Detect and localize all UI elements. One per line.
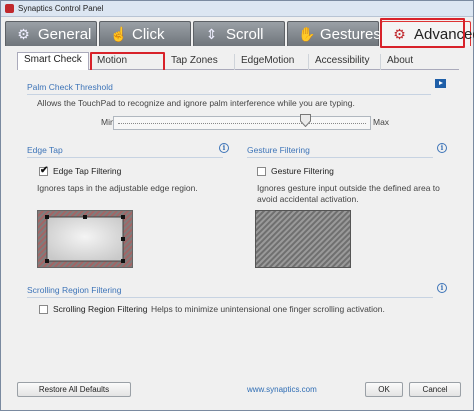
palm-check-divider bbox=[27, 94, 431, 95]
play-video-icon[interactable] bbox=[435, 79, 446, 88]
title-bar: Synaptics Control Panel bbox=[1, 1, 473, 17]
palm-check-description: Allows the TouchPad to recognize and ign… bbox=[37, 98, 355, 108]
edge-tap-title: Edge Tap bbox=[27, 145, 63, 155]
synaptics-website-link[interactable]: www.synaptics.com bbox=[247, 385, 317, 394]
smart-check-panel: Palm Check Threshold Allows the TouchPad… bbox=[17, 70, 459, 370]
scrolling-region-checkbox[interactable] bbox=[39, 305, 48, 314]
gear-outline-icon: ⚙ bbox=[17, 26, 30, 42]
tab-scroll-label: Scroll bbox=[226, 26, 264, 43]
click-hand-icon: ☝ bbox=[110, 26, 128, 42]
gesture-filtering-divider bbox=[247, 157, 433, 158]
tab-motion[interactable]: Motion bbox=[91, 54, 165, 70]
slider-thumb[interactable] bbox=[300, 114, 311, 127]
edge-tap-checkbox[interactable]: ✔ bbox=[39, 165, 49, 176]
gesture-filtering-title: Gesture Filtering bbox=[247, 145, 310, 155]
scroll-arrows-icon: ⇕ bbox=[205, 26, 218, 42]
edge-tap-divider bbox=[27, 157, 223, 158]
palm-check-title: Palm Check Threshold bbox=[27, 82, 113, 92]
control-panel-window: Synaptics Control Panel ⚙ General ☝ Clic… bbox=[0, 0, 474, 411]
main-tab-bar: ⚙ General ☝ Click ⇕ Scroll ✋ Gestures ⚙ … bbox=[5, 21, 474, 46]
slider-ticks bbox=[118, 123, 366, 124]
tab-click[interactable]: ☝ Click bbox=[99, 21, 191, 46]
tab-gestures-label: Gestures bbox=[320, 26, 381, 43]
tab-advanced-label: Advanced bbox=[414, 26, 474, 43]
tab-advanced[interactable]: ⚙ Advanced bbox=[381, 21, 474, 46]
tab-edgemotion[interactable]: EdgeMotion bbox=[235, 54, 309, 70]
info-icon[interactable]: i bbox=[219, 143, 229, 153]
gestures-icon: ✋ bbox=[298, 26, 316, 42]
ok-button[interactable]: OK bbox=[365, 382, 403, 397]
gesture-filtering-checkbox-label: Gesture Filtering bbox=[271, 166, 334, 176]
tab-click-label: Click bbox=[132, 26, 165, 43]
info-icon[interactable]: i bbox=[437, 283, 447, 293]
slider-max-label: Max bbox=[373, 117, 390, 127]
palm-check-slider[interactable] bbox=[113, 114, 371, 130]
gesture-filtering-description: Ignores gesture input outside the define… bbox=[257, 183, 440, 204]
window-title: Synaptics Control Panel bbox=[18, 4, 104, 13]
scrolling-region-checkbox-label: Scrolling Region Filtering bbox=[53, 304, 148, 314]
tab-accessibility[interactable]: Accessibility bbox=[309, 54, 381, 70]
tab-general[interactable]: ⚙ General bbox=[5, 21, 97, 46]
scrolling-region-title: Scrolling Region Filtering bbox=[27, 285, 122, 295]
gesture-filtering-checkbox[interactable] bbox=[257, 167, 266, 176]
sub-tab-bar: Smart Check Motion Tap Zones EdgeMotion … bbox=[17, 52, 459, 71]
synaptics-app-icon bbox=[5, 4, 14, 13]
gesture-filtering-touchpad-preview[interactable] bbox=[255, 210, 351, 268]
tab-scroll[interactable]: ⇕ Scroll bbox=[193, 21, 285, 46]
tab-about[interactable]: About bbox=[381, 54, 427, 70]
scrolling-region-divider bbox=[27, 297, 433, 298]
restore-defaults-button[interactable]: Restore All Defaults bbox=[17, 382, 131, 397]
checkmark-icon: ✔ bbox=[40, 165, 49, 176]
edge-tap-touchpad-preview[interactable] bbox=[37, 210, 133, 268]
tab-tap-zones[interactable]: Tap Zones bbox=[165, 54, 235, 70]
tab-gestures[interactable]: ✋ Gestures bbox=[287, 21, 381, 46]
scrolling-region-description: Helps to minimize unintensional one fing… bbox=[151, 304, 385, 314]
edge-tap-checkbox-label: Edge Tap Filtering bbox=[53, 166, 122, 176]
edge-tap-description: Ignores taps in the adjustable edge regi… bbox=[37, 183, 198, 193]
tab-smart-check[interactable]: Smart Check bbox=[17, 52, 89, 71]
cancel-button[interactable]: Cancel bbox=[409, 382, 461, 397]
info-icon[interactable]: i bbox=[437, 143, 447, 153]
tab-general-label: General bbox=[38, 26, 92, 43]
gear-icon: ⚙ bbox=[393, 26, 406, 42]
